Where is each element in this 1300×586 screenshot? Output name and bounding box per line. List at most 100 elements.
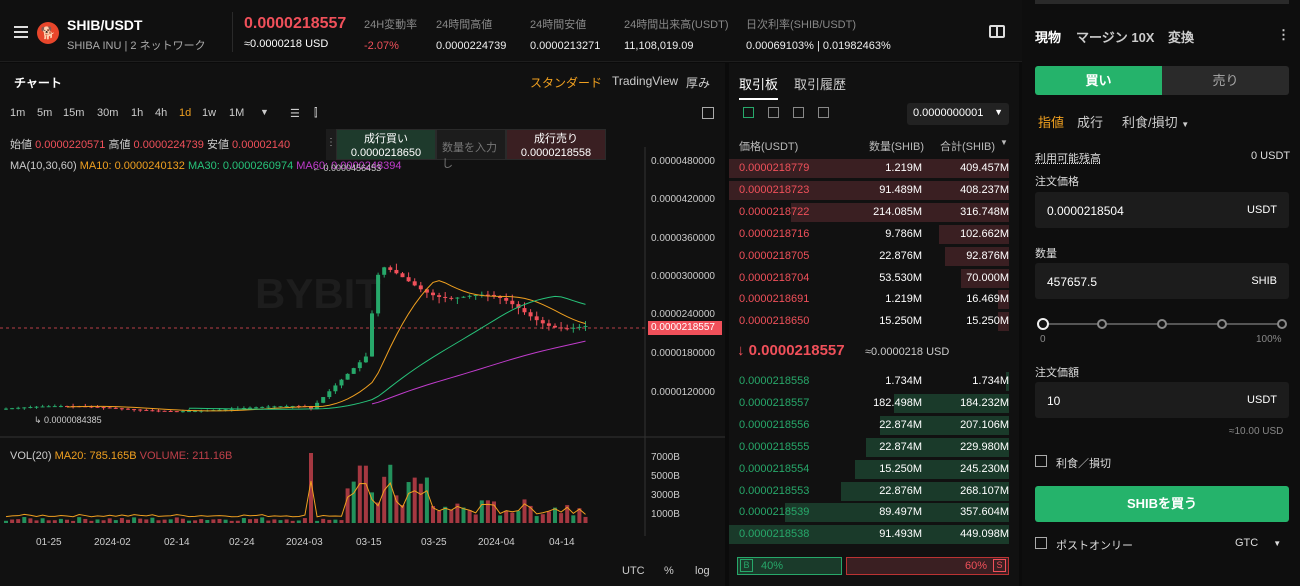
order-tpsl[interactable]: 利食/損切 ▼ [1122, 112, 1189, 131]
view-asks-icon[interactable] [793, 107, 804, 118]
ask-row[interactable]: 0.0000218723 91.489M 408.237M [729, 180, 1019, 200]
volume-bar [260, 517, 265, 523]
bid-row[interactable]: 0.0000218539 89.497M 357.604M [729, 503, 1019, 523]
slider-step[interactable] [1217, 319, 1227, 329]
candle-body [4, 408, 8, 410]
view-both-icon[interactable] [743, 107, 754, 118]
price-tick: 0.0000120000 [651, 387, 715, 398]
order-market[interactable]: 成行 [1077, 112, 1103, 131]
view-compact-icon[interactable] [818, 107, 829, 118]
ma60-line [371, 340, 586, 405]
candle-body [534, 316, 539, 321]
market-sell-price: 0.0000218558 [520, 147, 592, 159]
ask-row[interactable]: 0.0000218691 1.219M 16.469M [729, 290, 1019, 310]
candle-body [315, 402, 320, 409]
volume-bar [571, 515, 576, 523]
sell-tab[interactable]: 売り [1162, 66, 1289, 95]
bid-row[interactable]: 0.0000218558 1.734M 1.734M [729, 372, 1019, 391]
market-sell-button[interactable]: 成行売り 0.0000218558 [506, 129, 606, 160]
candle-body [455, 297, 460, 299]
volume-bar [363, 465, 368, 523]
ask-row[interactable]: 0.0000218704 53.530M 70.000M [729, 268, 1019, 288]
ask-row[interactable]: 0.0000218705 22.876M 92.876M [729, 246, 1019, 266]
bid-row[interactable]: 0.0000218538 91.493M 449.098M [729, 525, 1019, 545]
tab-trades[interactable]: 取引履歴 [794, 74, 846, 93]
buy-tab[interactable]: 買い [1035, 66, 1162, 95]
slider-handle[interactable] [1037, 318, 1049, 330]
candle-body [174, 411, 179, 413]
bid-row[interactable]: 0.0000218554 15.250M 245.230M [729, 459, 1019, 479]
candle-body [357, 362, 362, 369]
menu-icon[interactable] [14, 26, 28, 38]
drag-handle[interactable]: ⋮ [326, 129, 336, 160]
candle-body [461, 296, 466, 298]
bid-row[interactable]: 0.0000218556 22.874M 207.106M [729, 415, 1019, 435]
candle-body [339, 379, 344, 386]
slider-step[interactable] [1277, 319, 1287, 329]
slider-step[interactable] [1097, 319, 1107, 329]
row-price: 0.0000218691 [739, 293, 810, 306]
value-input[interactable]: 10 USDT [1035, 382, 1289, 418]
ask-row[interactable]: 0.0000218779 1.219M 409.457M [729, 159, 1019, 178]
more-icon[interactable]: ⋮ [1277, 27, 1290, 43]
utc-toggle[interactable]: UTC [622, 565, 645, 577]
volume-bar [126, 519, 130, 523]
tif-select[interactable]: GTC ▼ [1235, 537, 1281, 549]
candle-body [16, 407, 21, 409]
network-link[interactable]: 2 ネットワーク [130, 40, 205, 52]
candle-body [132, 409, 137, 411]
row-qty: 1.219M [885, 293, 922, 306]
ask-row[interactable]: 0.0000218722 214.085M 316.748M [729, 202, 1019, 222]
ask-row[interactable]: 0.0000218716 9.786M 102.662M [729, 224, 1019, 244]
view-bids-icon[interactable] [768, 107, 779, 118]
volume-bar [229, 520, 234, 523]
qty-slider[interactable] [1037, 318, 1287, 330]
candle-body [437, 295, 442, 297]
stat-value: 11,108,019.09 [624, 40, 694, 52]
bid-row[interactable]: 0.0000218555 22.874M 229.980M [729, 437, 1019, 457]
candle-body [284, 406, 289, 408]
volume-bar [101, 520, 106, 523]
pair-selector[interactable]: SHIB/USDT [67, 17, 142, 33]
quick-qty-input[interactable]: 数量を入力し [436, 129, 506, 170]
bid-row[interactable]: 0.0000218557 182.498M 184.232M [729, 393, 1019, 413]
qty-unit: SHIB [1251, 275, 1277, 287]
row-qty: 214.085M [873, 205, 922, 218]
market-buy-button[interactable]: 成行買い 0.0000218650 [336, 129, 436, 160]
post-only-checkbox[interactable] [1035, 537, 1047, 549]
candle-body [28, 407, 33, 409]
total-sort-icon[interactable]: ▼ [1000, 138, 1008, 147]
volume-bar [315, 520, 320, 523]
ticker-header: 🐕 SHIB/USDT SHIBA INU | 2 ネットワーク 0.00002… [0, 0, 1022, 62]
row-qty: 15.250M [879, 462, 922, 475]
tab-convert[interactable]: 変換 [1168, 27, 1194, 46]
volume-bar [205, 519, 210, 523]
bid-row[interactable]: 0.0000218553 22.876M 268.107M [729, 481, 1019, 501]
percent-toggle[interactable]: % [664, 565, 674, 577]
candle-body [571, 327, 576, 329]
col-qty: 数量(SHIB) [869, 141, 924, 153]
precision-select[interactable]: 0.0000000001 ▼ [907, 103, 1009, 125]
price-tick: 0.0000300000 [651, 271, 715, 282]
log-toggle[interactable]: log [695, 565, 710, 577]
slider-step[interactable] [1157, 319, 1167, 329]
volume-bar [28, 518, 33, 523]
tpsl-checkbox[interactable] [1035, 455, 1047, 467]
volume-bar [418, 483, 423, 523]
tab-spot[interactable]: 現物 [1035, 27, 1061, 46]
ask-row[interactable]: 0.0000218650 15.250M 15.250M [729, 312, 1019, 332]
min-price-label: ↳ 0.0000084385 [34, 415, 102, 425]
guide-book-icon[interactable] [989, 25, 1005, 38]
candle-body [272, 406, 277, 408]
price-tick: 0.0000420000 [651, 194, 715, 205]
qty-input[interactable]: 457657.5 SHIB [1035, 263, 1289, 299]
volume-bar [211, 519, 216, 523]
price-input[interactable]: 0.0000218504 USDT [1035, 192, 1289, 228]
stat-change: 24H変動率 -2.07% [364, 16, 417, 52]
buy-shib-button[interactable]: SHIBを買う [1035, 486, 1289, 522]
candle-body [22, 407, 27, 409]
candle-body [345, 373, 350, 380]
tab-margin[interactable]: マージン 10X [1076, 27, 1154, 46]
order-limit[interactable]: 指値 [1038, 112, 1064, 131]
tab-orderbook[interactable]: 取引板 [739, 74, 779, 100]
